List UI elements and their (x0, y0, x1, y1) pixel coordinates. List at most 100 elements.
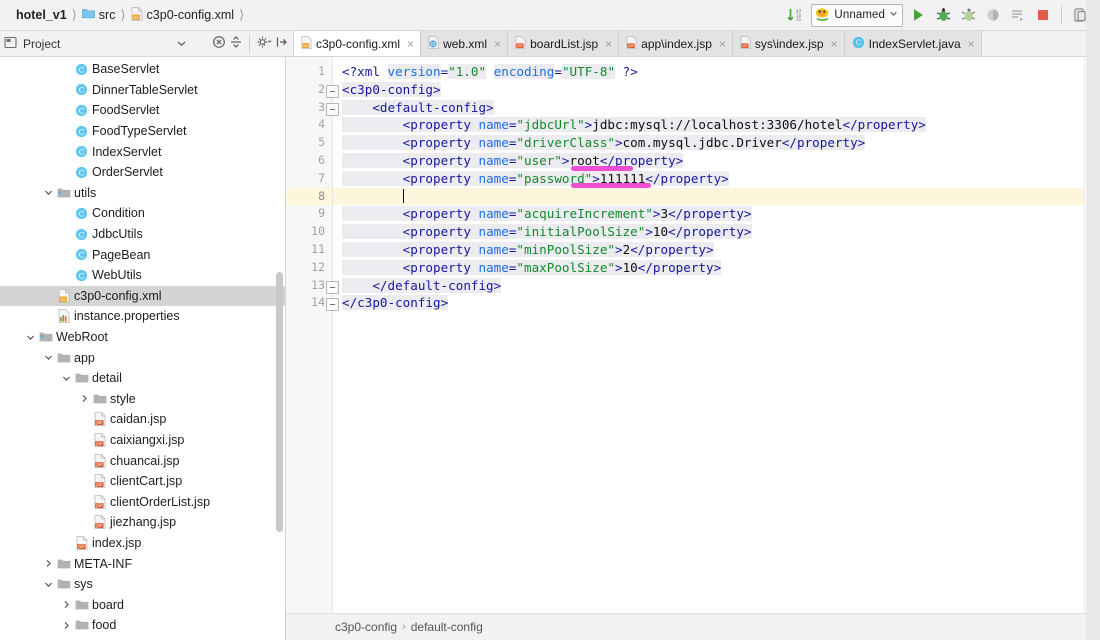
line-number[interactable]: 11 (286, 241, 332, 259)
tree-node[interactable]: WebRoot (0, 327, 285, 348)
line-number[interactable]: 9 (286, 205, 332, 223)
tree-node[interactable]: CJdbcUtils (0, 224, 285, 245)
code-line[interactable]: <property name="user">root</property> (333, 152, 1084, 170)
tree-node[interactable]: CFoodServlet (0, 100, 285, 121)
line-number[interactable]: 7 (286, 170, 332, 188)
breadcrumb-item-file[interactable]: <> c3p0-config.xml (131, 7, 235, 24)
chevron-down-icon[interactable] (176, 37, 187, 51)
tree-node[interactable]: app (0, 347, 285, 368)
code-line[interactable]: <?xml version="1.0" encoding="UTF-8" ?> (333, 63, 1084, 81)
project-tree-scrollbar[interactable] (276, 272, 283, 532)
editor-tab-web-xml[interactable]: web.xml × (421, 31, 508, 56)
code-line[interactable]: <property name="acquireIncrement">3</pro… (333, 205, 1084, 223)
tree-node[interactable]: detail (0, 368, 285, 389)
code-line[interactable]: </default-config> (333, 277, 1084, 295)
line-number[interactable]: 4 (286, 116, 332, 134)
stop-button[interactable] (1033, 5, 1053, 25)
line-number[interactable]: 12 (286, 259, 332, 277)
tree-node[interactable]: food (0, 615, 285, 636)
code-line[interactable]: <property name="password">111111</proper… (333, 170, 1084, 188)
tree-node[interactable]: JSPjiezhang.jsp (0, 512, 285, 533)
tree-node[interactable]: style (0, 389, 285, 410)
tree-node[interactable]: sys (0, 574, 285, 595)
line-number[interactable]: 13 (286, 277, 332, 295)
breadcrumb-item-src[interactable]: src (82, 8, 116, 22)
line-number[interactable]: 3 (286, 99, 332, 117)
code-area[interactable]: <?xml version="1.0" encoding="UTF-8" ?><… (333, 57, 1084, 613)
chevron-down-icon[interactable] (42, 188, 55, 197)
line-number[interactable]: 5 (286, 134, 332, 152)
tree-node[interactable]: CWebUtils (0, 265, 285, 286)
editor-tab-sys-index-jsp[interactable]: JSP sys\index.jsp × (733, 31, 845, 56)
tree-node[interactable]: JSPchuancai.jsp (0, 450, 285, 471)
code-line[interactable] (333, 188, 1084, 206)
run-button[interactable] (908, 5, 928, 25)
settings-gear-icon[interactable] (256, 35, 272, 52)
line-number[interactable]: 6 (286, 152, 332, 170)
editor-tab-indexservlet-java[interactable]: C IndexServlet.java × (845, 31, 982, 56)
tree-node[interactable]: COrderServlet (0, 162, 285, 183)
tree-node-label: food (92, 618, 116, 632)
close-icon[interactable]: × (494, 37, 501, 51)
code-line[interactable]: </c3p0-config> (333, 294, 1084, 312)
close-icon[interactable]: × (407, 37, 414, 51)
tree-node[interactable]: JSPindex.jsp (0, 533, 285, 554)
project-tree-panel[interactable]: CBaseServletCDinnerTableServletCFoodServ… (0, 57, 286, 640)
run-configuration-selector[interactable]: Unnamed (811, 4, 903, 27)
tree-node[interactable]: CPageBean (0, 244, 285, 265)
close-icon[interactable]: × (605, 37, 612, 51)
line-number[interactable]: 8 (286, 188, 332, 206)
line-number-gutter[interactable]: 1234567891011121314 (286, 57, 333, 613)
code-line[interactable]: <property name="maxPoolSize">10</propert… (333, 259, 1084, 277)
close-icon[interactable]: × (719, 37, 726, 51)
breadcrumb-item-child[interactable]: default-config (411, 620, 483, 634)
editor-tab-app-index-jsp[interactable]: JSP app\index.jsp × (619, 31, 733, 56)
tree-node[interactable]: CBaseServlet (0, 59, 285, 80)
code-line[interactable]: <default-config> (333, 99, 1084, 117)
chevron-right-icon[interactable] (42, 559, 55, 568)
code-line[interactable]: <property name="driverClass">com.mysql.j… (333, 134, 1084, 152)
editor-tab-c3p0-config[interactable]: <> c3p0-config.xml × (294, 31, 421, 57)
breadcrumb-item-project[interactable]: hotel_v1 (12, 8, 67, 22)
expand-all-icon[interactable] (229, 35, 243, 52)
chevron-right-icon[interactable] (60, 600, 73, 609)
run-coverage-button[interactable] (958, 5, 978, 25)
tree-node[interactable]: JSPclientCart.jsp (0, 471, 285, 492)
tree-node[interactable]: utils (0, 183, 285, 204)
chevron-right-icon[interactable] (78, 394, 91, 403)
editor-tab-boardlist-jsp[interactable]: JSP boardList.jsp × (508, 31, 619, 56)
code-line[interactable]: <property name="minPoolSize">2</property… (333, 241, 1084, 259)
code-line[interactable]: <property name="initialPoolSize">10</pro… (333, 223, 1084, 241)
debug-button[interactable] (933, 5, 953, 25)
tree-node[interactable]: META-INF (0, 553, 285, 574)
code-token: 3 (661, 206, 669, 221)
chevron-down-icon[interactable] (24, 333, 37, 342)
breadcrumb-item-root[interactable]: c3p0-config (335, 620, 397, 634)
tree-node[interactable]: CDinnerTableServlet (0, 80, 285, 101)
tree-node[interactable]: CCondition (0, 203, 285, 224)
chevron-down-icon[interactable] (42, 353, 55, 362)
sort-toggle-icon[interactable]: 971031 (786, 5, 806, 25)
code-line[interactable]: <property name="jdbcUrl">jdbc:mysql://lo… (333, 116, 1084, 134)
tree-node[interactable]: instance.properties (0, 306, 285, 327)
line-number[interactable]: 2 (286, 81, 332, 99)
chevron-down-icon[interactable] (42, 580, 55, 589)
tree-node[interactable]: CIndexServlet (0, 141, 285, 162)
close-icon[interactable]: × (968, 37, 975, 51)
tree-node[interactable]: JSPcaixiangxi.jsp (0, 430, 285, 451)
tree-node[interactable]: CFoodTypeServlet (0, 121, 285, 142)
line-number[interactable]: 10 (286, 223, 332, 241)
close-icon[interactable]: × (831, 37, 838, 51)
chevron-down-icon[interactable] (60, 374, 73, 383)
code-line[interactable]: <c3p0-config> (333, 81, 1084, 99)
tree-node[interactable]: JSPcaidan.jsp (0, 409, 285, 430)
svg-text:<>: <> (133, 16, 139, 21)
line-number[interactable]: 14 (286, 294, 332, 312)
chevron-right-icon[interactable] (60, 621, 73, 630)
line-number[interactable]: 1 (286, 63, 332, 81)
tree-node[interactable]: <>c3p0-config.xml (0, 286, 285, 307)
tree-node[interactable]: JSPclientOrderList.jsp (0, 491, 285, 512)
scroll-from-source-icon[interactable] (275, 35, 289, 52)
tree-node[interactable]: board (0, 594, 285, 615)
collapse-all-icon[interactable] (212, 35, 226, 52)
